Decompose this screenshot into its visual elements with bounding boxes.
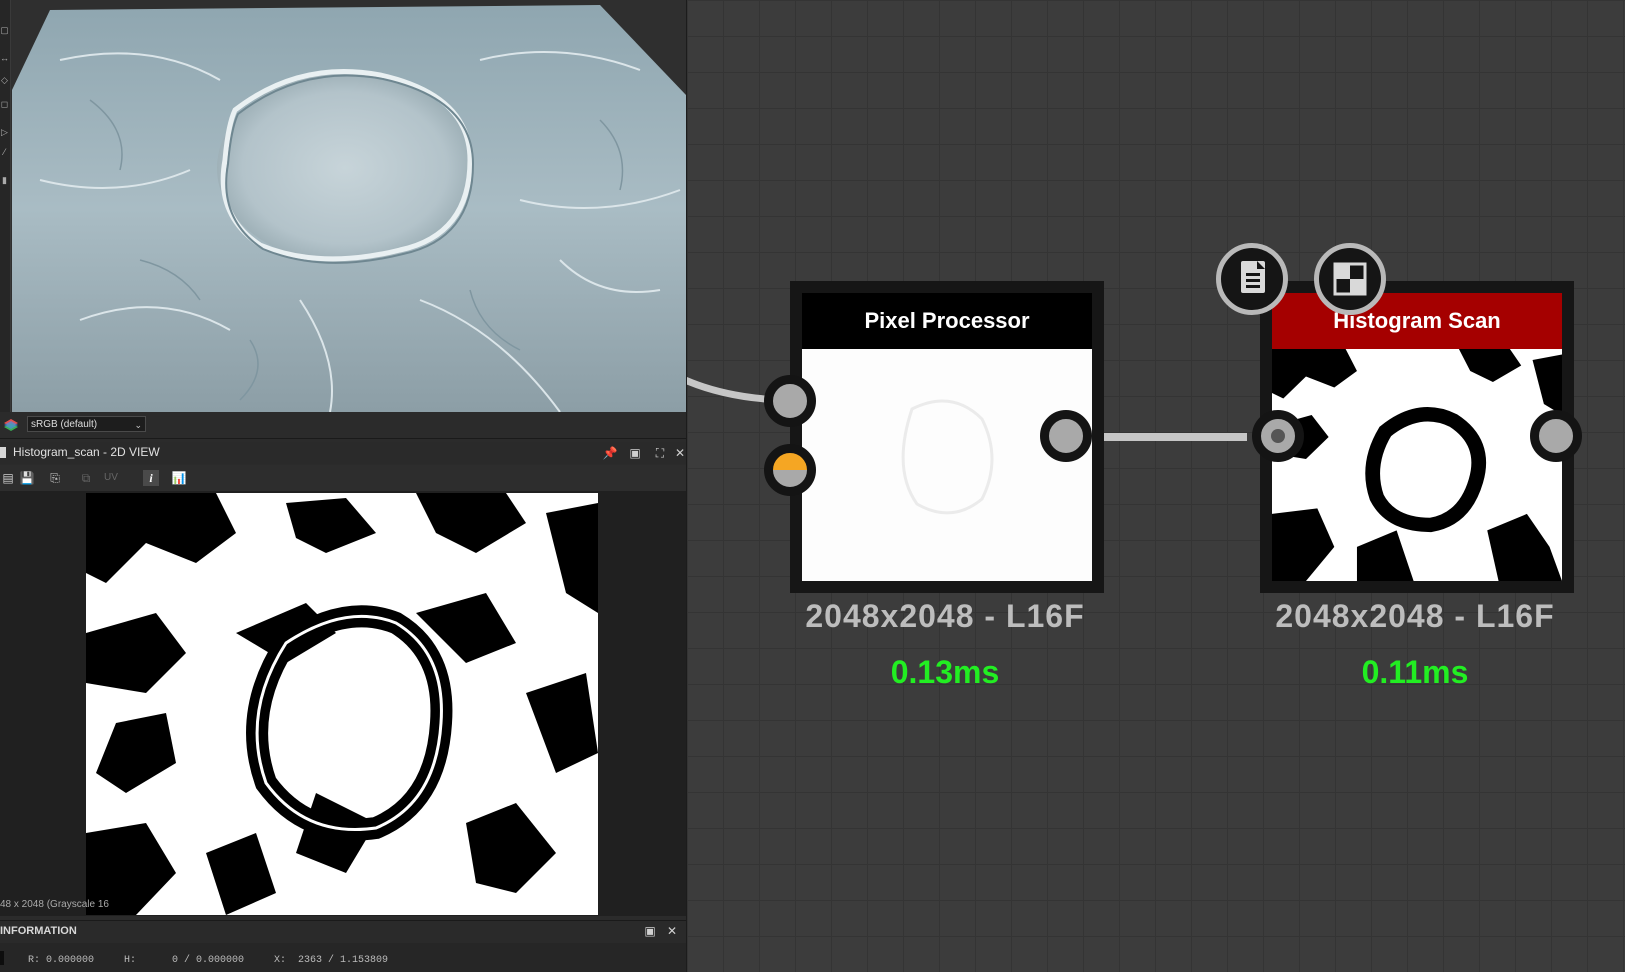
uv-dropdown[interactable]: UV (104, 472, 118, 483)
information-title: INFORMATION (0, 925, 77, 937)
2d-viewport[interactable]: 48 x 2048 (Grayscale 16 (0, 491, 686, 916)
color-swatch (0, 951, 4, 965)
node-title: Pixel Processor (802, 293, 1092, 349)
output-port[interactable] (1040, 410, 1092, 462)
move-icon[interactable]: ↔ (0, 52, 9, 64)
pin-icon[interactable]: 📌 (602, 445, 618, 461)
histogram-icon[interactable]: ▮ (0, 174, 9, 186)
export-icon[interactable]: ▤ (0, 470, 16, 486)
node-thumbnail (802, 349, 1092, 581)
restore-icon[interactable]: ▣ (642, 923, 658, 939)
maximize-icon[interactable]: ⛶ (652, 445, 668, 461)
colorspace-dropdown[interactable]: sRGB (default) ⌄ (27, 416, 146, 432)
h-value: H: 0 / 0.000000 (124, 955, 245, 966)
info-button[interactable]: i (143, 470, 159, 486)
camera-icon[interactable]: ▢ (0, 24, 9, 36)
r-value: R: 0.000000 (28, 955, 95, 966)
3d-toolbar: ▢ ↔ ◇ ◻ ▷ ⁄ ▮ (0, 0, 11, 412)
2d-view-title: Histogram_scan - 2D VIEW (13, 445, 160, 459)
pixel-processor-preview (802, 349, 1092, 581)
port-dot (1271, 429, 1285, 443)
input-port[interactable] (1252, 410, 1304, 462)
histogram-icon[interactable]: 📊 (171, 470, 187, 486)
3d-viewport[interactable]: ▢ ↔ ◇ ◻ ▷ ⁄ ▮ (0, 0, 686, 412)
2d-view-toolbar: ▤ 💾 ⎘ ⧉ UV i 📊 (0, 465, 686, 491)
node-time: 0.13ms (890, 654, 1000, 690)
x-value: X: 2363 / 1.153809 (274, 955, 389, 966)
input-port-1[interactable] (764, 375, 816, 427)
colorspace-value: sRGB (default) (31, 419, 98, 430)
cube-icon[interactable]: ◇ (0, 74, 9, 86)
document-icon (0, 447, 6, 458)
terrain-render (12, 5, 686, 412)
node-graph[interactable]: Pixel Processor 2048x2048 - L16F 0.13ms … (687, 0, 1625, 972)
copy-icon[interactable]: ⎘ (47, 470, 63, 486)
transform-icon[interactable]: ◻ (0, 98, 9, 110)
information-bar: R: 0.000000 H: 0 / 0.000000 X: 2363 / 1.… (0, 943, 686, 972)
chevron-down-icon: ⌄ (134, 420, 142, 430)
resolution-label: 48 x 2048 (Grayscale 16 (0, 899, 109, 910)
document-icon (1241, 261, 1265, 293)
information-header: INFORMATION ▣ ✕ (0, 920, 686, 943)
node-title: Histogram Scan (1272, 293, 1562, 349)
node-thumbnail (1272, 349, 1562, 581)
2d-view-header: Histogram_scan - 2D VIEW 📌 ▣ ⛶ ✕ (0, 442, 686, 464)
histogram-scan-thumb (1272, 349, 1562, 581)
close-icon[interactable]: ✕ (672, 445, 686, 461)
input-port-2[interactable] (764, 444, 816, 496)
close-icon[interactable]: ✕ (664, 923, 680, 939)
document-button[interactable] (1216, 243, 1288, 315)
output-port[interactable] (1530, 410, 1582, 462)
node-resolution: 2048x2048 - L16F (805, 598, 1085, 634)
layers-icon[interactable] (3, 417, 19, 433)
left-panel: ▢ ↔ ◇ ◻ ▷ ⁄ ▮ sRGB (default) ⌄ Histogram… (0, 0, 686, 972)
histogram-scan-node[interactable]: Histogram Scan (1260, 281, 1574, 593)
node-time: 0.11ms (1361, 654, 1469, 690)
checker-icon (1333, 262, 1367, 296)
brush-icon[interactable]: ⁄ (0, 146, 9, 158)
histogram-scan-preview (86, 493, 598, 915)
save-icon[interactable]: 💾 (19, 470, 35, 486)
checker-button[interactable] (1314, 243, 1386, 315)
play-icon[interactable]: ▷ (0, 126, 9, 138)
node-resolution: 2048x2048 - L16F (1275, 598, 1555, 634)
restore-icon[interactable]: ▣ (627, 445, 643, 461)
tiling-icon[interactable]: ⧉ (78, 470, 94, 486)
colorspace-bar: sRGB (default) ⌄ (0, 412, 686, 439)
